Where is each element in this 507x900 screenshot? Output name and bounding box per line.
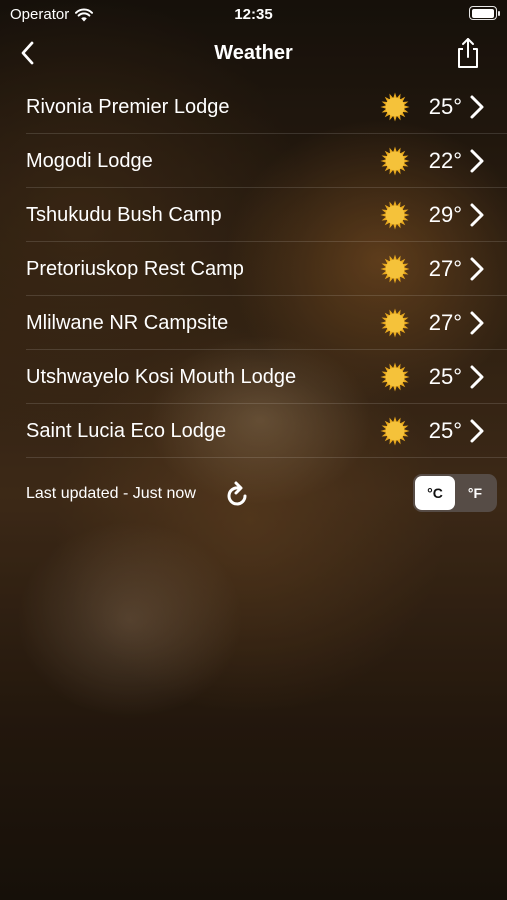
last-updated-label: Last updated - Just now [26, 485, 196, 502]
temperature-value: 27° [428, 256, 462, 281]
status-time: 12:35 [234, 6, 273, 23]
location-row[interactable]: Mogodi Lodge 22° [0, 134, 507, 188]
temperature-value: 27° [428, 310, 462, 335]
nav-bar: Weather [0, 30, 507, 76]
temperature-value: 22° [428, 148, 462, 173]
location-name: Saint Lucia Eco Lodge [26, 419, 227, 442]
temperature-value: 29° [428, 202, 462, 227]
location-name: Tshukudu Bush Camp [26, 203, 222, 226]
location-name: Mogodi Lodge [26, 149, 153, 172]
sun-icon [380, 416, 410, 446]
share-icon [458, 38, 478, 68]
location-name: Mlilwane NR Campsite [26, 311, 229, 334]
location-row[interactable]: Saint Lucia Eco Lodge 25° [0, 404, 507, 458]
unit-toggle: °C °F [413, 474, 497, 512]
footer-bar: Last updated - Just now °C °F [0, 474, 507, 514]
location-row[interactable]: Rivonia Premier Lodge 25° [0, 80, 507, 134]
sun-icon [380, 92, 410, 122]
location-row[interactable]: Utshwayelo Kosi Mouth Lodge 25° [0, 350, 507, 404]
refresh-button[interactable] [226, 480, 250, 508]
weather-screen: Operator 12:35 Weather Rivonia Premier L… [0, 0, 507, 900]
chevron-right-icon [470, 95, 484, 119]
page-title: Weather [214, 42, 293, 64]
sun-icon [380, 362, 410, 392]
location-list: Rivonia Premier Lodge 25° Mogodi Lodge 22° T… [0, 80, 507, 458]
location-row[interactable]: Pretoriuskop Rest Camp 27° [0, 242, 507, 296]
chevron-right-icon [470, 149, 484, 173]
chevron-right-icon [470, 257, 484, 281]
temperature-value: 25° [428, 418, 462, 443]
location-row[interactable]: Mlilwane NR Campsite 27° [0, 296, 507, 350]
share-button[interactable] [453, 36, 483, 70]
chevron-right-icon [470, 203, 484, 227]
sun-icon [380, 200, 410, 230]
refresh-icon [227, 481, 247, 506]
sun-icon [380, 146, 410, 176]
chevron-right-icon [470, 365, 484, 389]
temperature-value: 25° [428, 94, 462, 119]
unit-fahrenheit-option[interactable]: °F [455, 476, 495, 510]
location-row[interactable]: Tshukudu Bush Camp 29° [0, 188, 507, 242]
location-name: Utshwayelo Kosi Mouth Lodge [26, 365, 297, 388]
location-name: Pretoriuskop Rest Camp [26, 257, 244, 280]
chevron-right-icon [470, 419, 484, 443]
unit-celsius-option[interactable]: °C [415, 476, 455, 510]
sun-icon [380, 308, 410, 338]
battery-level [471, 8, 494, 18]
location-name: Rivonia Premier Lodge [26, 95, 230, 118]
temperature-value: 25° [428, 364, 462, 389]
chevron-right-icon [470, 311, 484, 335]
battery-icon [469, 6, 500, 20]
sun-icon [380, 254, 410, 284]
status-bar: Operator 12:35 [0, 0, 507, 30]
